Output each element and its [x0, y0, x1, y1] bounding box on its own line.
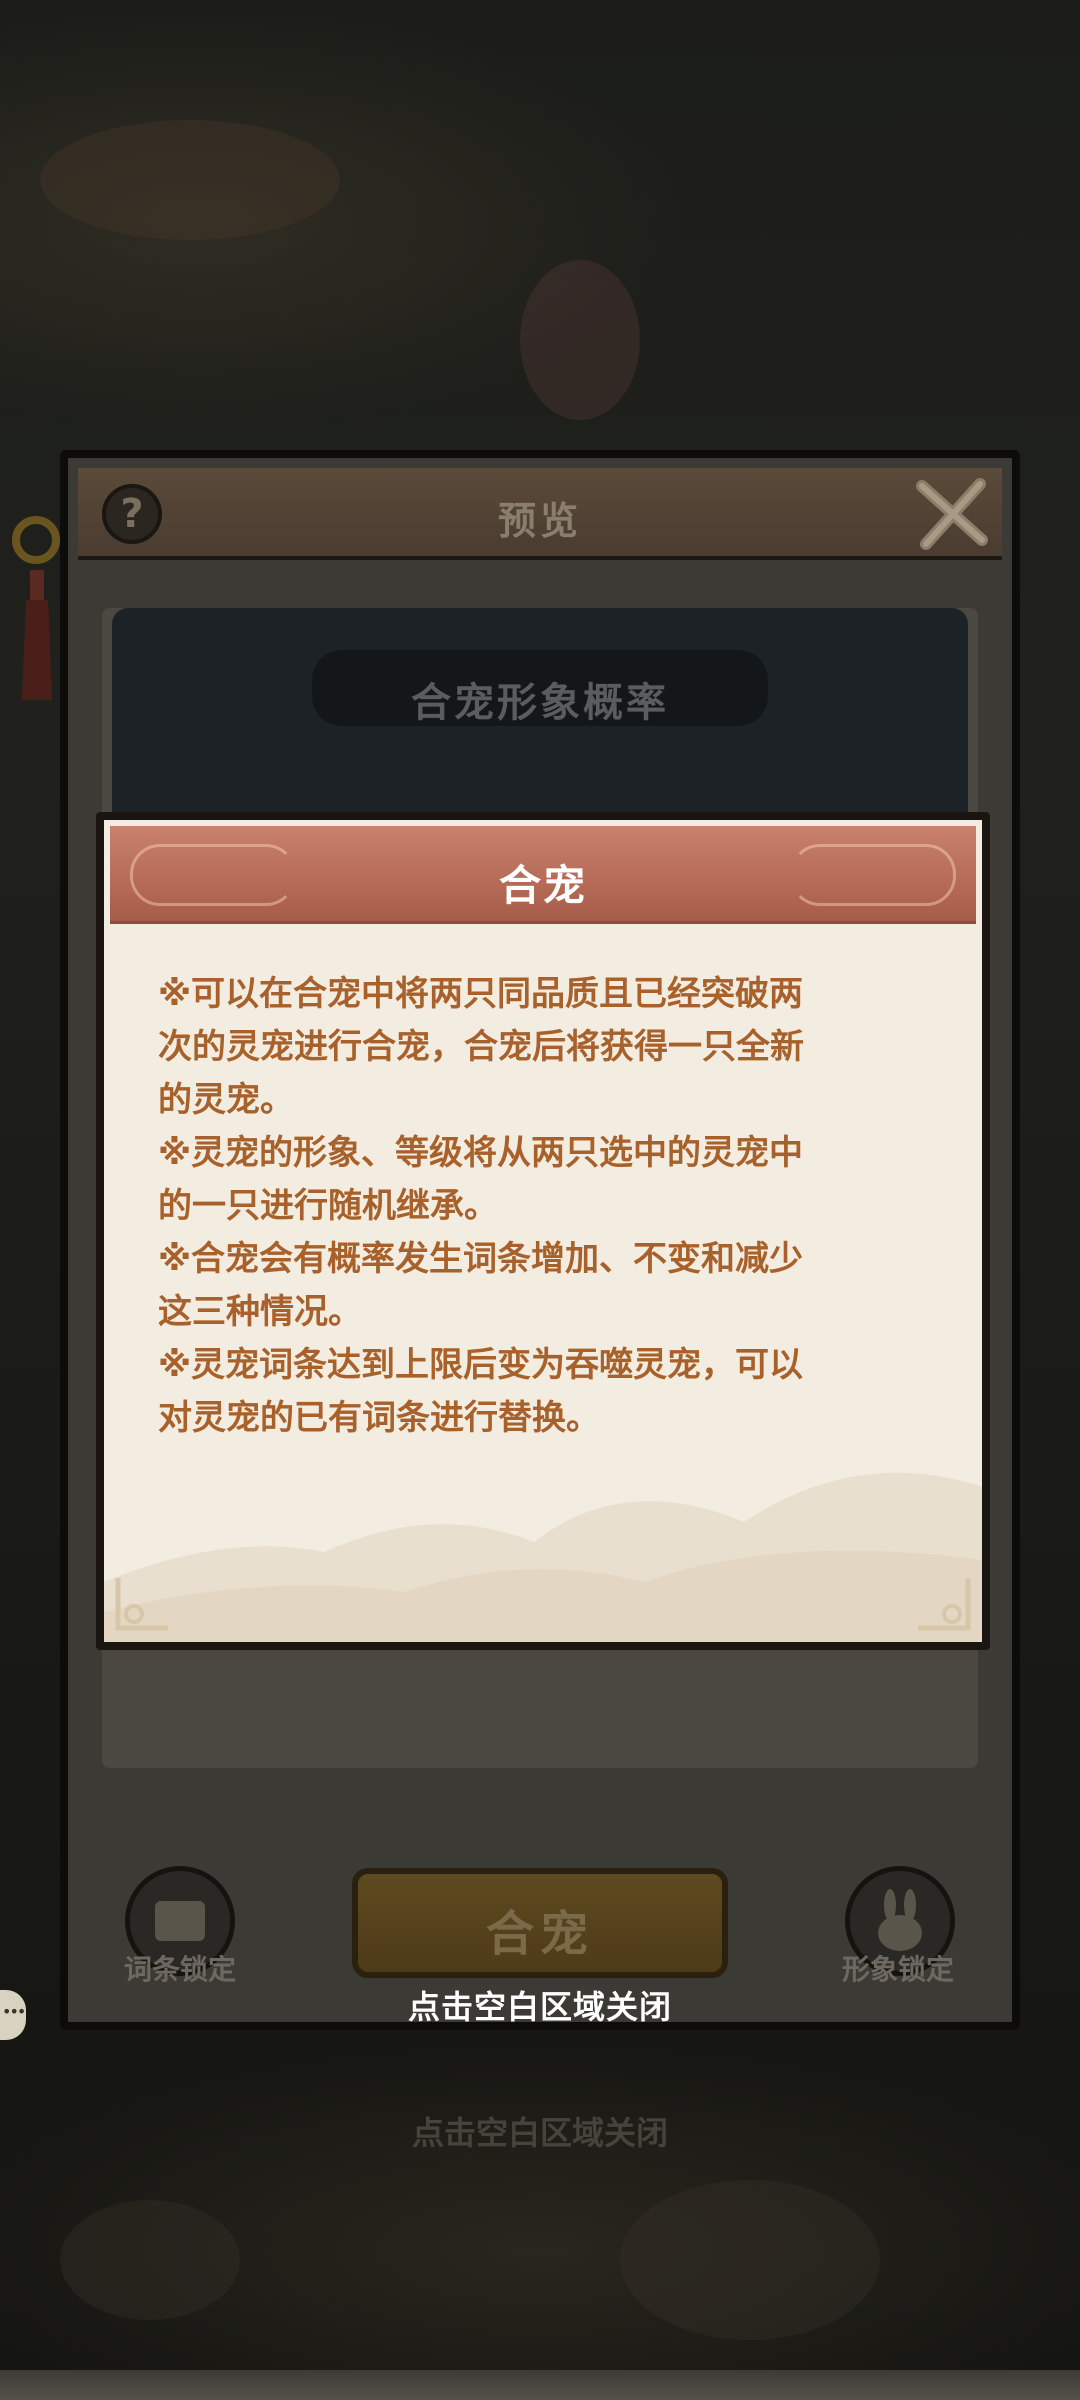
description-line: 这三种情况。: [158, 1292, 362, 1332]
popup-description: ※可以在合宠中将两只同品质且已经突破两 次的灵宠进行合宠，合宠后将获得一只全新 …: [158, 968, 928, 1445]
probability-title: 合宠形象概率: [411, 680, 669, 726]
tassel-decoration: [12, 516, 60, 700]
merge-info-popup: 合宠 ※可以在合宠中将两只同品质且已经突破两 次的灵宠进行合宠，合宠后将获得一只…: [96, 812, 990, 1650]
corner-ornament: [115, 1578, 168, 1631]
merge-button[interactable]: 合宠: [352, 1868, 728, 1978]
description-line: 的一只进行随机继承。: [158, 1186, 498, 1226]
description-line: 次的灵宠进行合宠，合宠后将获得一只全新: [158, 1027, 804, 1067]
background-decoration: [520, 260, 640, 420]
preview-dialog-header: ? 预览: [78, 468, 1002, 560]
description-line: ※合宠会有概率发生词条增加、不变和减少: [158, 1239, 804, 1279]
description-line: 的灵宠。: [158, 1080, 294, 1120]
background-decoration: [40, 120, 340, 240]
close-x-icon[interactable]: [912, 474, 992, 554]
preview-dialog-title: 预览: [497, 499, 582, 543]
background-close-hint: 点击空白区域关闭: [411, 2114, 668, 2152]
bottom-bar: [0, 2370, 1080, 2400]
popup-title: 合宠: [498, 861, 587, 910]
merge-button-label: 合宠: [485, 1906, 594, 1962]
background-decoration: [620, 2180, 880, 2340]
background-decoration: [60, 2200, 240, 2320]
description-line: ※灵宠的形象、等级将从两只选中的灵宠中: [158, 1133, 804, 1173]
description-line: ※可以在合宠中将两只同品质且已经突破两: [158, 974, 804, 1014]
close-hint: 点击空白区域关闭: [407, 1988, 672, 2026]
corner-ornament: [918, 1578, 971, 1631]
mountain-illustration: [104, 1472, 982, 1642]
popup-header: 合宠: [110, 826, 976, 924]
